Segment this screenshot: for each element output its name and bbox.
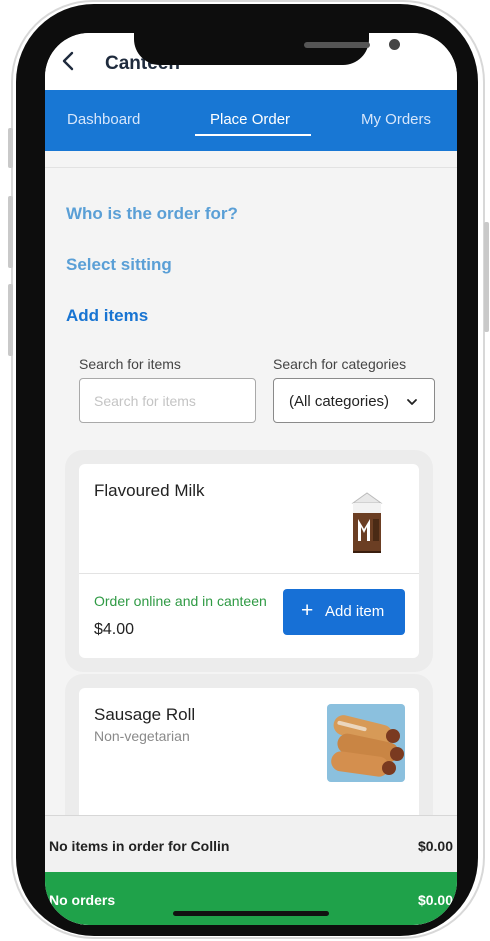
add-item-button[interactable]: + Add item [283,589,405,635]
phone-volume-down-button [8,284,13,356]
speaker-grille [304,42,370,48]
tab-my-orders[interactable]: My Orders [361,111,431,128]
step-who-is-order-for[interactable]: Who is the order for? [66,204,238,224]
item-name: Flavoured Milk [94,481,205,500]
step-add-items[interactable]: Add items [66,306,148,326]
phone-volume-up-button [8,196,13,268]
item-card: Flavoured Milk Order online and in cante… [79,464,419,658]
category-select[interactable]: (All categories) [273,378,435,423]
search-items-input[interactable] [79,378,256,423]
order-summary-bar: No items in order for Collin $0.00 [45,815,457,873]
item-dietary-note: Non-vegetarian [94,728,190,744]
phone-power-button [484,222,489,332]
home-indicator [173,911,329,916]
step-select-sitting[interactable]: Select sitting [66,255,172,275]
item-price: $4.00 [94,621,135,638]
phone-mute-switch [8,128,13,168]
item-name: Sausage Roll [94,705,196,724]
tab-bar: Dashboard Place Order My Orders [45,90,457,151]
availability-text: Order online and in canteen [94,593,267,609]
tab-dashboard[interactable]: Dashboard [67,111,140,128]
orders-text: No orders [49,892,116,908]
orders-bar[interactable]: No orders $0.00 [45,872,457,925]
order-summary-text: No items in order for Collin [49,838,230,854]
app-screen: Canteen Dashboard Place Order My Orders … [45,33,457,925]
chevron-down-icon [407,399,417,405]
search-items-label: Search for items [79,356,181,372]
phone-notch [134,33,400,65]
tab-place-order[interactable]: Place Order [210,111,290,128]
card-divider [79,573,419,574]
chevron-left-icon[interactable] [57,49,81,73]
category-select-value: (All categories) [289,393,390,410]
orders-total: $0.00 [417,892,453,908]
chocolate-milk-carton-icon [343,489,391,555]
search-categories-label: Search for categories [273,356,407,372]
sausage-roll-photo-icon [327,704,405,782]
order-summary-total: $0.00 [417,838,453,854]
plus-icon: + [301,599,314,622]
section-divider [45,167,457,168]
item-card-container: Flavoured Milk Order online and in cante… [65,450,433,672]
front-camera [389,39,400,50]
add-item-label: Add item [325,603,385,620]
active-tab-indicator [195,134,311,136]
